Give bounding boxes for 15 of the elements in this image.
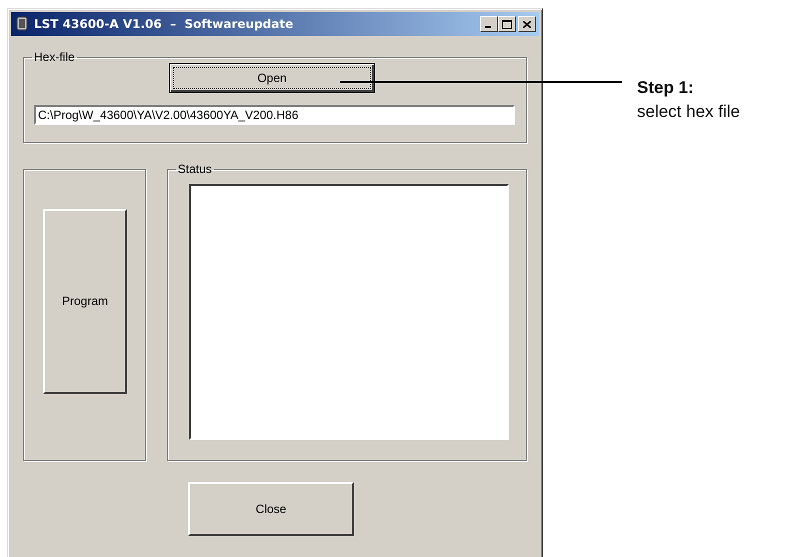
open-button[interactable]: Open (169, 63, 375, 93)
callout-title: Step 1: (637, 77, 695, 99)
close-button[interactable]: Close (188, 482, 354, 536)
program-button[interactable]: Program (43, 208, 127, 394)
window-title: LST 43600-A V1.06 – Softwareupdate (34, 17, 294, 31)
path-field[interactable]: C:\Prog\W_43600\YA\V2.00\43600YA_V200.H86 (34, 105, 515, 125)
minimize-button[interactable] (480, 16, 498, 32)
group-label: Hex-file (33, 50, 76, 64)
app-icon (14, 16, 30, 32)
maximize-icon (502, 20, 512, 28)
window-close-button[interactable] (518, 16, 536, 32)
close-icon (523, 20, 531, 28)
maximize-button[interactable] (498, 16, 516, 32)
callout-text: select hex file (637, 101, 740, 123)
group-label: Status (176, 162, 213, 176)
